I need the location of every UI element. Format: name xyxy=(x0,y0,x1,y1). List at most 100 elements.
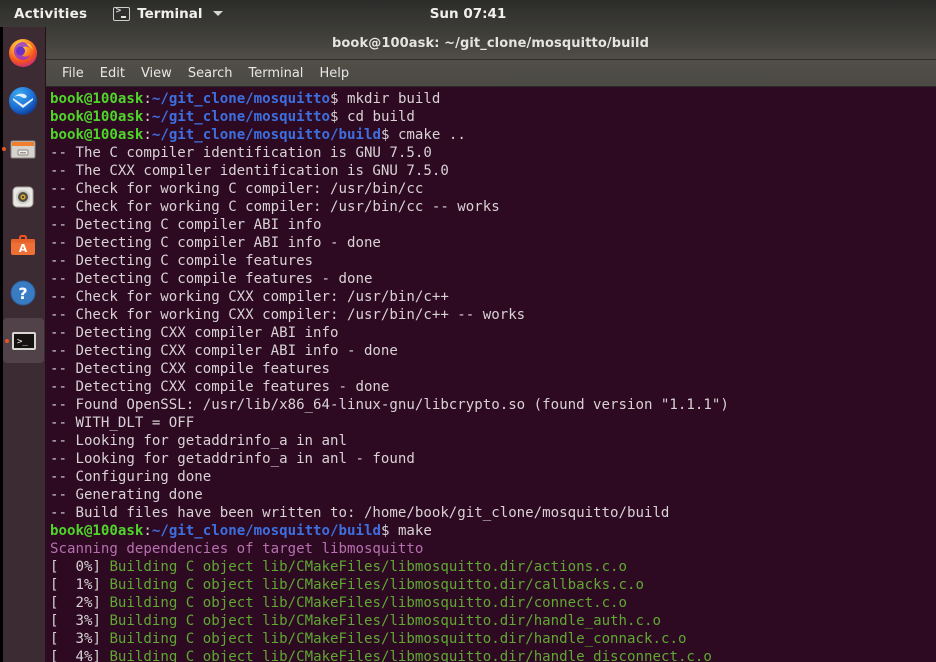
terminal-output-line: -- Check for working CXX compiler: /usr/… xyxy=(50,306,936,324)
build-text: Building C object lib/CMakeFiles/libmosq… xyxy=(109,577,644,593)
prompt-path: ~/git_clone/mosquitto xyxy=(152,91,330,107)
prompt-dollar: $ xyxy=(330,91,347,107)
prompt-dollar: $ xyxy=(330,109,347,125)
terminal-output-line: -- Detecting CXX compile features - done xyxy=(50,378,936,396)
prompt-path: ~/git_clone/mosquitto/build xyxy=(152,523,381,539)
dock-item-ubuntu-software[interactable]: A xyxy=(0,222,45,267)
prompt-dollar: $ xyxy=(381,127,398,143)
running-indicator-dot xyxy=(5,339,9,343)
terminal-output-line: -- Looking for getaddrinfo_a in anl xyxy=(50,432,936,450)
terminal-output-line: -- Detecting C compile features xyxy=(50,252,936,270)
prompt-path: ~/git_clone/mosquitto xyxy=(152,109,330,125)
menu-item-help[interactable]: Help xyxy=(311,65,357,82)
dock-item-files[interactable] xyxy=(0,126,45,171)
terminal-command: mkdir build xyxy=(347,91,440,107)
build-percent: 1% xyxy=(59,577,93,593)
app-menu-label: Terminal xyxy=(137,6,202,22)
dock-item-rhythmbox[interactable] xyxy=(0,174,45,219)
bracket-open: [ xyxy=(50,631,59,647)
prompt-user-host: book@100ask xyxy=(50,91,143,107)
build-percent: 2% xyxy=(59,595,93,611)
prompt-dollar: $ xyxy=(381,523,398,539)
rhythmbox-icon xyxy=(7,181,39,213)
build-text: Building C object lib/CMakeFiles/libmosq… xyxy=(109,559,627,575)
prompt-user-host: book@100ask xyxy=(50,523,143,539)
terminal-output-line: -- Check for working C compiler: /usr/bi… xyxy=(50,180,936,198)
dock-item-terminal[interactable]: >_ xyxy=(3,318,44,363)
window-titlebar[interactable]: book@100ask: ~/git_clone/mosquitto/build xyxy=(45,27,936,60)
bracket-open: [ xyxy=(50,613,59,629)
bracket-close: ] xyxy=(92,559,109,575)
window-title: book@100ask: ~/git_clone/mosquitto/build xyxy=(332,36,649,51)
terminal-command: make xyxy=(398,523,432,539)
terminal-output-line: -- The C compiler identification is GNU … xyxy=(50,144,936,162)
build-percent: 4% xyxy=(59,649,93,662)
terminal-output-line: -- The CXX compiler identification is GN… xyxy=(50,162,936,180)
make-build-line: [ 1%] Building C object lib/CMakeFiles/l… xyxy=(50,576,936,594)
prompt-separator: : xyxy=(143,523,152,539)
build-text: Building C object lib/CMakeFiles/libmosq… xyxy=(109,595,627,611)
bracket-open: [ xyxy=(50,595,59,611)
terminal-icon: >_ xyxy=(8,325,40,357)
menu-item-search[interactable]: Search xyxy=(180,65,241,82)
terminal-window: book@100ask: ~/git_clone/mosquitto/build… xyxy=(45,27,936,662)
prompt-user-host: book@100ask xyxy=(50,109,143,125)
terminal-output-line: -- Found OpenSSL: /usr/lib/x86_64-linux-… xyxy=(50,396,936,414)
running-indicator-dot xyxy=(2,147,6,151)
build-text: Building C object lib/CMakeFiles/libmosq… xyxy=(109,613,661,629)
make-build-line: [ 4%] Building C object lib/CMakeFiles/l… xyxy=(50,648,936,662)
bracket-close: ] xyxy=(92,649,109,662)
files-icon xyxy=(7,133,39,165)
terminal-prompt-line: book@100ask:~/git_clone/mosquitto$ cd bu… xyxy=(50,108,936,126)
dock-item-help[interactable]: ? xyxy=(0,270,45,315)
svg-text:?: ? xyxy=(18,284,27,303)
help-icon: ? xyxy=(7,277,39,309)
terminal-output-line: -- Detecting C compile features - done xyxy=(50,270,936,288)
terminal-output-line: -- Detecting CXX compiler ABI info xyxy=(50,324,936,342)
prompt-path: ~/git_clone/mosquitto/build xyxy=(152,127,381,143)
bracket-open: [ xyxy=(50,577,59,593)
terminal-output-line: -- Detecting CXX compiler ABI info - don… xyxy=(50,342,936,360)
terminal-output-line: -- Generating done xyxy=(50,486,936,504)
bracket-open: [ xyxy=(50,559,59,575)
build-text: Building C object lib/CMakeFiles/libmosq… xyxy=(109,649,711,662)
terminal-prompt-line: book@100ask:~/git_clone/mosquitto$ mkdir… xyxy=(50,90,936,108)
terminal-lines: book@100ask:~/git_clone/mosquitto$ mkdir… xyxy=(50,90,936,662)
terminal-output-line: -- Detecting C compiler ABI info - done xyxy=(50,234,936,252)
activities-button[interactable]: Activities xyxy=(14,6,87,22)
gnome-top-bar: Activities Terminal Sun 07:41 xyxy=(0,0,936,27)
terminal-output-line: -- Configuring done xyxy=(50,468,936,486)
desktop-screen: Activities Terminal Sun 07:41 xyxy=(0,0,936,662)
chevron-down-icon xyxy=(213,11,223,16)
menu-item-view[interactable]: View xyxy=(133,65,180,82)
bracket-open: [ xyxy=(50,649,59,662)
ubuntu-software-icon: A xyxy=(7,229,39,261)
prompt-separator: : xyxy=(143,91,152,107)
make-build-line: [ 3%] Building C object lib/CMakeFiles/l… xyxy=(50,630,936,648)
terminal-output-line: -- Check for working CXX compiler: /usr/… xyxy=(50,288,936,306)
make-build-line: [ 3%] Building C object lib/CMakeFiles/l… xyxy=(50,612,936,630)
svg-text:A: A xyxy=(18,242,27,255)
menu-item-file[interactable]: File xyxy=(54,65,92,82)
terminal-output-line: -- Detecting CXX compile features xyxy=(50,360,936,378)
prompt-separator: : xyxy=(143,109,152,125)
terminal-output-line: -- Looking for getaddrinfo_a in anl - fo… xyxy=(50,450,936,468)
app-menu-button[interactable]: Terminal xyxy=(113,6,222,22)
bracket-close: ] xyxy=(92,613,109,629)
make-build-line: [ 2%] Building C object lib/CMakeFiles/l… xyxy=(50,594,936,612)
bracket-close: ] xyxy=(92,631,109,647)
terminal-command: cmake .. xyxy=(398,127,466,143)
terminal-output-line: -- Check for working C compiler: /usr/bi… xyxy=(50,198,936,216)
build-percent: 3% xyxy=(59,631,93,647)
terminal-prompt-line: book@100ask:~/git_clone/mosquitto/build$… xyxy=(50,522,936,540)
terminal-icon xyxy=(113,7,130,21)
menu-item-terminal[interactable]: Terminal xyxy=(240,65,311,82)
menu-item-edit[interactable]: Edit xyxy=(92,65,133,82)
firefox-icon xyxy=(7,37,39,69)
make-build-line: [ 0%] Building C object lib/CMakeFiles/l… xyxy=(50,558,936,576)
dock-item-firefox[interactable] xyxy=(0,30,45,75)
prompt-separator: : xyxy=(143,127,152,143)
terminal-output-area[interactable]: book@100ask:~/git_clone/mosquitto$ mkdir… xyxy=(45,87,936,662)
dock-item-thunderbird[interactable] xyxy=(0,78,45,123)
bracket-close: ] xyxy=(92,595,109,611)
